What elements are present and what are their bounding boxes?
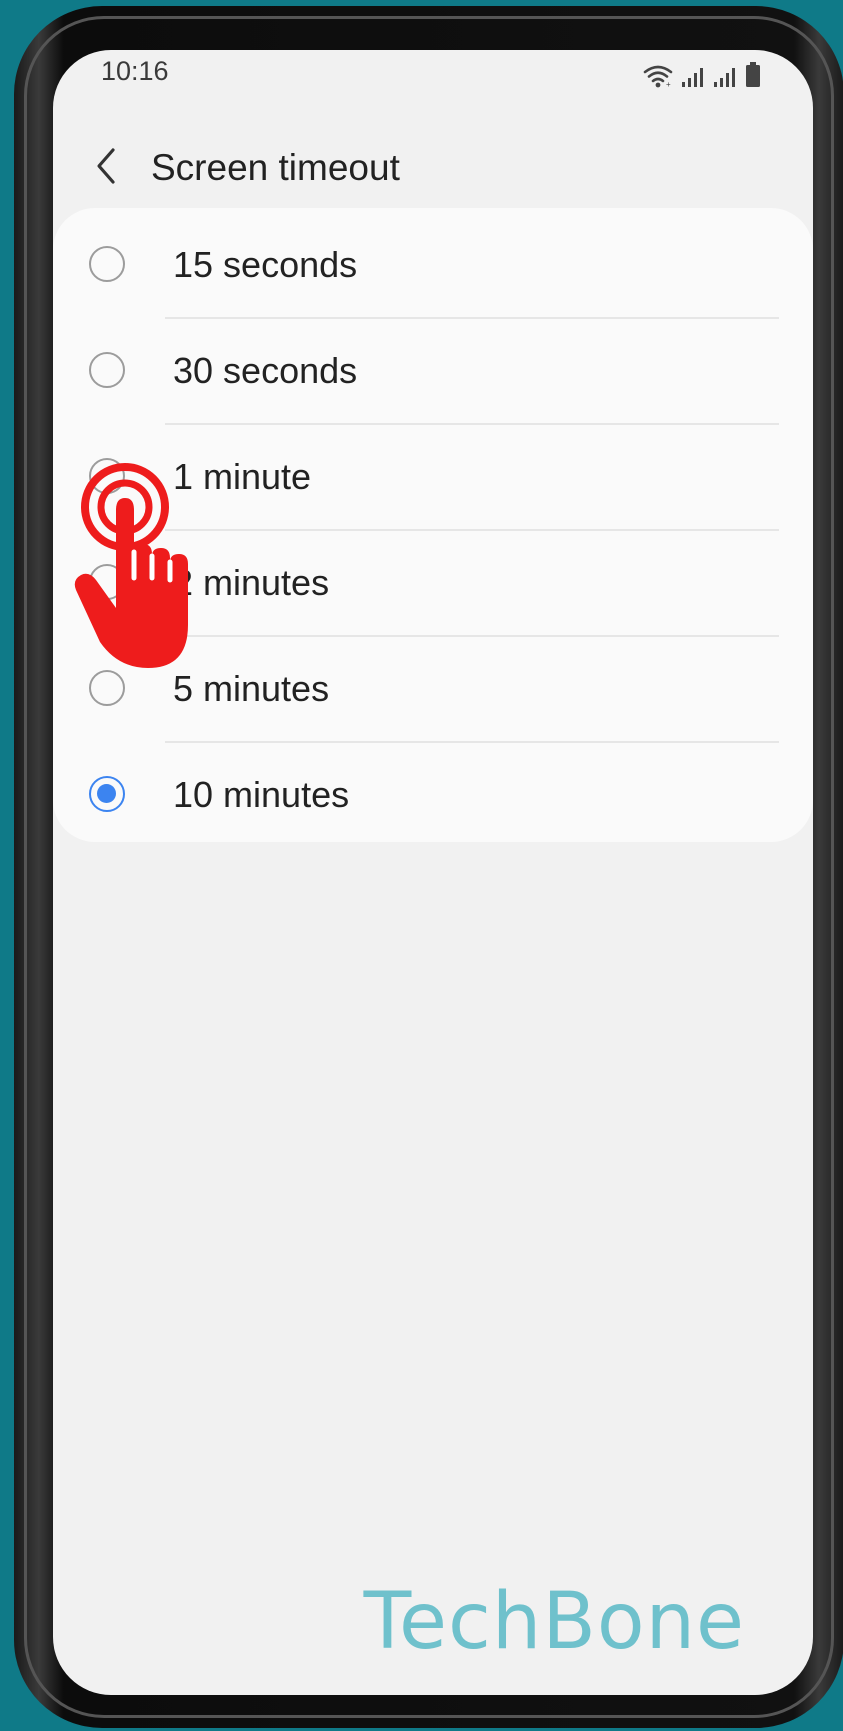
option-label: 1 minute: [173, 456, 312, 497]
radio-button[interactable]: [89, 670, 125, 706]
svg-text:+: +: [666, 80, 671, 88]
wifi-icon: +: [643, 64, 673, 88]
radio-button-selected[interactable]: [89, 776, 125, 812]
option-10-minutes[interactable]: 10 minutes: [53, 743, 813, 849]
radio-button[interactable]: [89, 564, 125, 600]
signal-icon: [713, 66, 737, 88]
watermark-logo: TechBone: [363, 1577, 745, 1667]
status-icons: +: [643, 58, 761, 88]
signal-icon: [681, 66, 705, 88]
back-button[interactable]: [81, 140, 131, 196]
status-time: 10:16: [101, 56, 169, 86]
option-label: 5 minutes: [173, 668, 330, 709]
option-2-minutes[interactable]: 2 minutes: [53, 531, 813, 637]
radio-button[interactable]: [89, 352, 125, 388]
option-1-minute[interactable]: 1 minute: [53, 425, 813, 531]
chevron-left-icon: [93, 146, 119, 191]
option-label: 15 seconds: [173, 244, 358, 285]
option-label: 30 seconds: [173, 350, 358, 391]
option-label: 2 minutes: [173, 562, 330, 603]
option-15-seconds[interactable]: 15 seconds: [53, 213, 813, 319]
option-5-minutes[interactable]: 5 minutes: [53, 637, 813, 743]
app-header: Screen timeout: [53, 120, 813, 220]
radio-button[interactable]: [89, 458, 125, 494]
option-30-seconds[interactable]: 30 seconds: [53, 319, 813, 425]
status-bar: 10:16 +: [53, 50, 813, 104]
battery-icon: [745, 62, 761, 88]
radio-button[interactable]: [89, 246, 125, 282]
timeout-options-list: 15 seconds 30 seconds 1 minute 2 minutes…: [53, 208, 813, 842]
page-title: Screen timeout: [151, 147, 400, 188]
option-label: 10 minutes: [173, 774, 350, 815]
screen: 10:16 + Screen timeout 15 seconds 30 sec…: [53, 50, 813, 1695]
